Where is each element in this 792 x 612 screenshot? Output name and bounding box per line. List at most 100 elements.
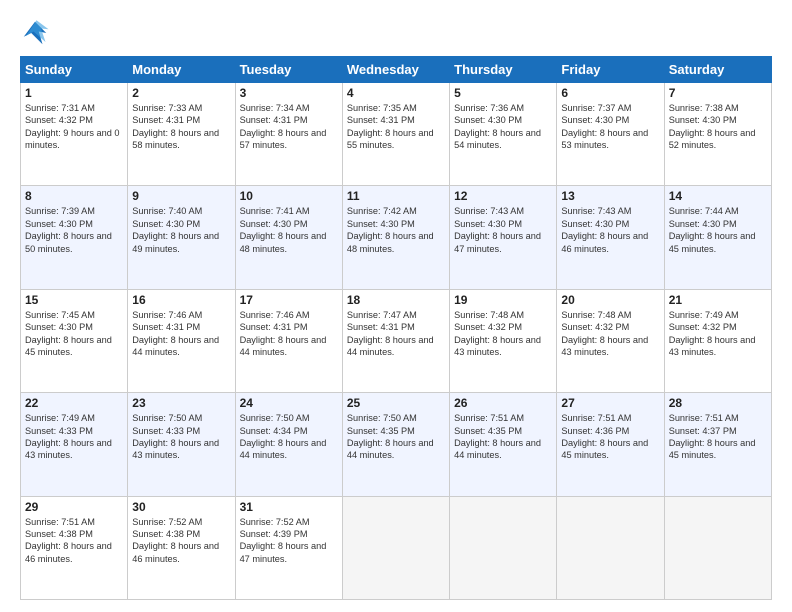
day-number: 25 <box>347 396 445 410</box>
calendar-cell: 29 Sunrise: 7:51 AMSunset: 4:38 PMDayligh… <box>21 496 128 599</box>
calendar-cell: 27 Sunrise: 7:51 AMSunset: 4:36 PMDayligh… <box>557 393 664 496</box>
logo <box>20 18 54 48</box>
calendar-cell <box>557 496 664 599</box>
calendar-cell <box>450 496 557 599</box>
day-info: Sunrise: 7:52 AMSunset: 4:39 PMDaylight:… <box>240 516 338 566</box>
calendar-cell: 2 Sunrise: 7:33 AMSunset: 4:31 PMDaylight… <box>128 83 235 186</box>
day-info: Sunrise: 7:46 AMSunset: 4:31 PMDaylight:… <box>132 309 230 359</box>
calendar-cell: 9Sunrise: 7:40 AMSunset: 4:30 PMDaylight… <box>128 186 235 289</box>
calendar-cell: 12Sunrise: 7:43 AMSunset: 4:30 PMDayligh… <box>450 186 557 289</box>
calendar-cell: 25 Sunrise: 7:50 AMSunset: 4:35 PMDayligh… <box>342 393 449 496</box>
day-info: Sunrise: 7:39 AMSunset: 4:30 PMDaylight:… <box>25 205 123 255</box>
day-info: Sunrise: 7:43 AMSunset: 4:30 PMDaylight:… <box>454 205 552 255</box>
day-number: 17 <box>240 293 338 307</box>
page: Sunday Monday Tuesday Wednesday Thursday… <box>0 0 792 612</box>
calendar-cell: 14 Sunrise: 7:44 AMSunset: 4:30 PMDayligh… <box>664 186 771 289</box>
day-info: Sunrise: 7:48 AMSunset: 4:32 PMDaylight:… <box>561 309 659 359</box>
day-number: 13 <box>561 189 659 203</box>
day-number: 14 <box>669 189 767 203</box>
day-number: 24 <box>240 396 338 410</box>
calendar-cell <box>342 496 449 599</box>
calendar-cell: 4 Sunrise: 7:35 AMSunset: 4:31 PMDaylight… <box>342 83 449 186</box>
day-number: 16 <box>132 293 230 307</box>
calendar-cell: 1Sunrise: 7:31 AMSunset: 4:32 PMDaylight… <box>21 83 128 186</box>
day-info: Sunrise: 7:50 AMSunset: 4:34 PMDaylight:… <box>240 412 338 462</box>
day-info: Sunrise: 7:51 AMSunset: 4:36 PMDaylight:… <box>561 412 659 462</box>
calendar-cell: 13 Sunrise: 7:43 AMSunset: 4:30 PMDayligh… <box>557 186 664 289</box>
calendar-cell: 8 Sunrise: 7:39 AMSunset: 4:30 PMDaylight… <box>21 186 128 289</box>
day-info: Sunrise: 7:31 AMSunset: 4:32 PMDaylight:… <box>25 102 123 152</box>
calendar-cell: 19 Sunrise: 7:48 AMSunset: 4:32 PMDayligh… <box>450 289 557 392</box>
day-number: 19 <box>454 293 552 307</box>
day-number: 20 <box>561 293 659 307</box>
day-info: Sunrise: 7:33 AMSunset: 4:31 PMDaylight:… <box>132 102 230 152</box>
day-info: Sunrise: 7:37 AMSunset: 4:30 PMDaylight:… <box>561 102 659 152</box>
day-number: 6 <box>561 86 659 100</box>
day-info: Sunrise: 7:38 AMSunset: 4:30 PMDaylight:… <box>669 102 767 152</box>
calendar-cell: 31 Sunrise: 7:52 AMSunset: 4:39 PMDayligh… <box>235 496 342 599</box>
day-number: 2 <box>132 86 230 100</box>
day-number: 11 <box>347 189 445 203</box>
day-number: 22 <box>25 396 123 410</box>
calendar-row: 22 Sunrise: 7:49 AMSunset: 4:33 PMDayligh… <box>21 393 772 496</box>
calendar-header-row: Sunday Monday Tuesday Wednesday Thursday… <box>21 57 772 83</box>
day-number: 28 <box>669 396 767 410</box>
calendar-cell: 23 Sunrise: 7:50 AMSunset: 4:33 PMDayligh… <box>128 393 235 496</box>
col-thursday: Thursday <box>450 57 557 83</box>
day-info: Sunrise: 7:51 AMSunset: 4:38 PMDaylight:… <box>25 516 123 566</box>
calendar-cell: 18 Sunrise: 7:47 AMSunset: 4:31 PMDayligh… <box>342 289 449 392</box>
col-wednesday: Wednesday <box>342 57 449 83</box>
calendar-row: 15Sunrise: 7:45 AMSunset: 4:30 PMDayligh… <box>21 289 772 392</box>
day-number: 27 <box>561 396 659 410</box>
calendar-cell: 15Sunrise: 7:45 AMSunset: 4:30 PMDayligh… <box>21 289 128 392</box>
day-number: 26 <box>454 396 552 410</box>
col-friday: Friday <box>557 57 664 83</box>
calendar-cell: 6 Sunrise: 7:37 AMSunset: 4:30 PMDaylight… <box>557 83 664 186</box>
day-number: 18 <box>347 293 445 307</box>
calendar-table: Sunday Monday Tuesday Wednesday Thursday… <box>20 56 772 600</box>
day-number: 15 <box>25 293 123 307</box>
day-info: Sunrise: 7:47 AMSunset: 4:31 PMDaylight:… <box>347 309 445 359</box>
calendar-cell: 7 Sunrise: 7:38 AMSunset: 4:30 PMDaylight… <box>664 83 771 186</box>
day-number: 10 <box>240 189 338 203</box>
day-info: Sunrise: 7:35 AMSunset: 4:31 PMDaylight:… <box>347 102 445 152</box>
calendar-row: 1Sunrise: 7:31 AMSunset: 4:32 PMDaylight… <box>21 83 772 186</box>
calendar-row: 29 Sunrise: 7:51 AMSunset: 4:38 PMDayligh… <box>21 496 772 599</box>
day-number: 31 <box>240 500 338 514</box>
day-number: 7 <box>669 86 767 100</box>
calendar-cell: 24 Sunrise: 7:50 AMSunset: 4:34 PMDayligh… <box>235 393 342 496</box>
calendar-cell: 10 Sunrise: 7:41 AMSunset: 4:30 PMDayligh… <box>235 186 342 289</box>
day-info: Sunrise: 7:51 AMSunset: 4:37 PMDaylight:… <box>669 412 767 462</box>
calendar-cell: 20 Sunrise: 7:48 AMSunset: 4:32 PMDayligh… <box>557 289 664 392</box>
col-tuesday: Tuesday <box>235 57 342 83</box>
day-info: Sunrise: 7:50 AMSunset: 4:35 PMDaylight:… <box>347 412 445 462</box>
day-number: 21 <box>669 293 767 307</box>
header <box>20 18 772 48</box>
day-info: Sunrise: 7:34 AMSunset: 4:31 PMDaylight:… <box>240 102 338 152</box>
calendar-row: 8 Sunrise: 7:39 AMSunset: 4:30 PMDaylight… <box>21 186 772 289</box>
calendar-cell: 21 Sunrise: 7:49 AMSunset: 4:32 PMDayligh… <box>664 289 771 392</box>
day-info: Sunrise: 7:49 AMSunset: 4:33 PMDaylight:… <box>25 412 123 462</box>
logo-icon <box>20 18 50 48</box>
col-saturday: Saturday <box>664 57 771 83</box>
day-info: Sunrise: 7:49 AMSunset: 4:32 PMDaylight:… <box>669 309 767 359</box>
calendar-cell: 16 Sunrise: 7:46 AMSunset: 4:31 PMDayligh… <box>128 289 235 392</box>
day-number: 4 <box>347 86 445 100</box>
day-number: 23 <box>132 396 230 410</box>
day-info: Sunrise: 7:43 AMSunset: 4:30 PMDaylight:… <box>561 205 659 255</box>
col-monday: Monday <box>128 57 235 83</box>
day-number: 5 <box>454 86 552 100</box>
col-sunday: Sunday <box>21 57 128 83</box>
calendar-cell: 11Sunrise: 7:42 AMSunset: 4:30 PMDayligh… <box>342 186 449 289</box>
day-info: Sunrise: 7:36 AMSunset: 4:30 PMDaylight:… <box>454 102 552 152</box>
day-number: 29 <box>25 500 123 514</box>
day-info: Sunrise: 7:48 AMSunset: 4:32 PMDaylight:… <box>454 309 552 359</box>
day-number: 8 <box>25 189 123 203</box>
calendar-cell: 5 Sunrise: 7:36 AMSunset: 4:30 PMDaylight… <box>450 83 557 186</box>
day-info: Sunrise: 7:44 AMSunset: 4:30 PMDaylight:… <box>669 205 767 255</box>
day-number: 3 <box>240 86 338 100</box>
day-info: Sunrise: 7:41 AMSunset: 4:30 PMDaylight:… <box>240 205 338 255</box>
day-info: Sunrise: 7:50 AMSunset: 4:33 PMDaylight:… <box>132 412 230 462</box>
day-info: Sunrise: 7:51 AMSunset: 4:35 PMDaylight:… <box>454 412 552 462</box>
day-number: 30 <box>132 500 230 514</box>
